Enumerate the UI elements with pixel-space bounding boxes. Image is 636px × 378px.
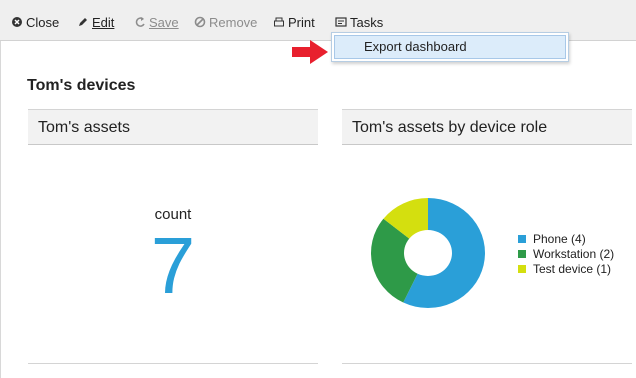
save-button[interactable]: Save [134, 14, 179, 30]
legend-item[interactable]: Test device (1) [518, 261, 614, 276]
legend-swatch [518, 234, 526, 243]
donut-chart [371, 198, 485, 308]
menu-item-label: Export dashboard [364, 39, 467, 54]
print-icon [274, 17, 284, 27]
tasks-label: Tasks [350, 14, 384, 30]
divider [28, 363, 318, 364]
metric-value: 7 [150, 221, 196, 310]
tasks-button[interactable]: Tasks [335, 14, 383, 30]
legend-label: Phone (4) [533, 231, 586, 246]
remove-button[interactable]: Remove [194, 14, 257, 30]
edit-label: Edit [92, 14, 115, 30]
chart-legend: Phone (4) Workstation (2) Test device (1) [518, 231, 614, 276]
legend-swatch [518, 249, 526, 258]
close-label: Close [26, 14, 60, 30]
close-icon [12, 17, 22, 27]
legend-item[interactable]: Workstation (2) [518, 246, 614, 261]
tasks-icon [335, 17, 347, 27]
legend-label: Test device (1) [533, 261, 612, 276]
page-title: Tom's devices [27, 77, 136, 94]
legend-label: Workstation (2) [533, 246, 615, 261]
print-button[interactable]: Print [273, 14, 315, 30]
save-label: Save [149, 14, 179, 30]
pencil-icon [79, 18, 87, 26]
edit-button[interactable]: Edit [77, 14, 114, 30]
save-arrow-icon [135, 17, 145, 27]
panel-title: Tom's assets by device role [342, 109, 632, 145]
red-arrow-icon [292, 40, 328, 64]
remove-icon [194, 16, 206, 28]
tasks-menu: Export dashboard [331, 32, 569, 62]
menu-item-export-dashboard[interactable]: Export dashboard [334, 35, 566, 59]
legend-swatch [518, 264, 526, 273]
legend-item[interactable]: Phone (4) [518, 231, 614, 246]
remove-label: Remove [209, 14, 258, 30]
panel-title: Tom's assets [28, 109, 318, 145]
print-label: Print [288, 14, 315, 30]
close-button[interactable]: Close [11, 14, 59, 30]
divider [342, 363, 632, 364]
